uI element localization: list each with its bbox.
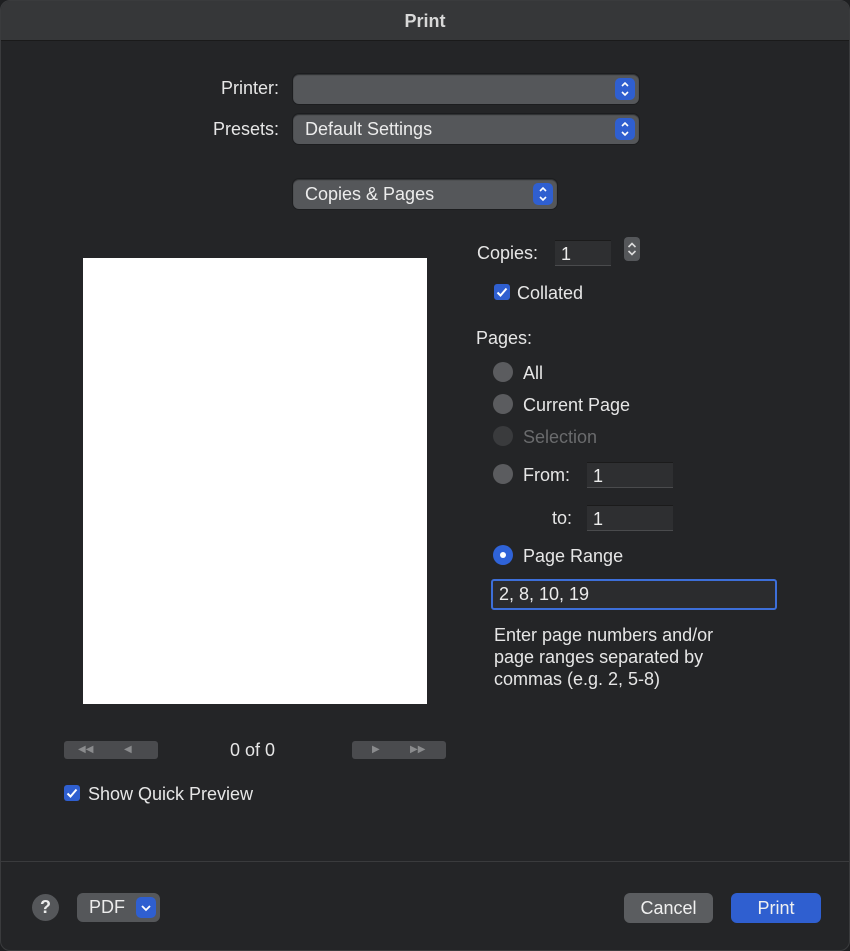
page-preview (83, 258, 427, 704)
page-range-input[interactable]: 2, 8, 10, 19 (491, 579, 777, 610)
show-quick-preview-label: Show Quick Preview (88, 784, 254, 804)
preview-forward-buttons[interactable]: ▶ ▶▶ (352, 741, 446, 759)
show-quick-preview-checkbox[interactable] (64, 785, 80, 801)
pages-to-field[interactable]: 1 (587, 505, 673, 531)
pages-all-radio[interactable] (493, 362, 513, 382)
section-value: Copies & Pages (305, 184, 435, 204)
printer-label: Printer: (220, 78, 279, 98)
presets-label: Presets: (212, 119, 279, 139)
first-page-icon[interactable]: ◀◀ (78, 741, 93, 759)
section-popup[interactable]: Copies & Pages (293, 179, 557, 209)
pages-from-value: 1 (593, 466, 604, 486)
pdf-menu-button[interactable]: PDF (77, 893, 160, 922)
pages-current-label: Current Page (523, 395, 631, 415)
pages-current-radio[interactable] (493, 394, 513, 414)
print-button[interactable]: Print (731, 893, 821, 923)
hint-line: commas (e.g. 2, 5-8) (494, 669, 661, 689)
hint-line: page ranges separated by (494, 647, 704, 667)
pdf-label: PDF (89, 897, 125, 917)
footer-divider (1, 861, 849, 862)
copies-label: Copies: (477, 243, 539, 263)
presets-popup[interactable]: Default Settings (293, 114, 639, 144)
cancel-button[interactable]: Cancel (624, 893, 713, 923)
print-dialog: Print Printer: Presets: Default Settings… (0, 0, 850, 951)
preview-back-buttons[interactable]: ◀◀ ◀ (64, 741, 158, 759)
collated-checkbox[interactable] (494, 284, 510, 300)
copies-stepper[interactable] (624, 237, 640, 261)
updown-chevron-icon (615, 118, 635, 140)
checkmark-icon (66, 788, 78, 798)
page-count: 0 of 0 (230, 740, 276, 760)
updown-chevron-icon (615, 78, 635, 100)
next-page-icon[interactable]: ▶ (372, 741, 380, 759)
checkmark-icon (496, 287, 508, 297)
pages-to-value: 1 (593, 509, 604, 529)
page-range-value: 2, 8, 10, 19 (499, 584, 590, 604)
pages-range-label: Page Range (523, 546, 624, 566)
collated-label: Collated (517, 283, 584, 303)
pages-to-label: to: (552, 508, 573, 528)
printer-popup[interactable] (293, 74, 639, 104)
pages-selection-label: Selection (523, 427, 598, 447)
copies-field[interactable]: 1 (555, 240, 611, 266)
pages-from-field[interactable]: 1 (587, 462, 673, 488)
pages-range-radio[interactable] (493, 545, 513, 565)
hint-line: Enter page numbers and/or (494, 625, 714, 645)
help-button[interactable]: ? (32, 894, 59, 921)
pages-all-label: All (523, 363, 544, 383)
window-title: Print (1, 1, 849, 41)
chevron-down-icon (136, 897, 156, 918)
page-range-hint: Enter page numbers and/or page ranges se… (494, 624, 713, 690)
pages-selection-radio (493, 426, 513, 446)
pages-from-label: From: (523, 465, 570, 485)
last-page-icon[interactable]: ▶▶ (410, 741, 425, 759)
copies-value: 1 (561, 244, 572, 264)
pages-from-radio[interactable] (493, 464, 513, 484)
stepper-arrows-icon (627, 242, 637, 256)
presets-value: Default Settings (305, 119, 433, 139)
previous-page-icon[interactable]: ◀ (124, 741, 132, 759)
pages-label: Pages: (476, 328, 533, 348)
updown-chevron-icon (533, 183, 553, 205)
